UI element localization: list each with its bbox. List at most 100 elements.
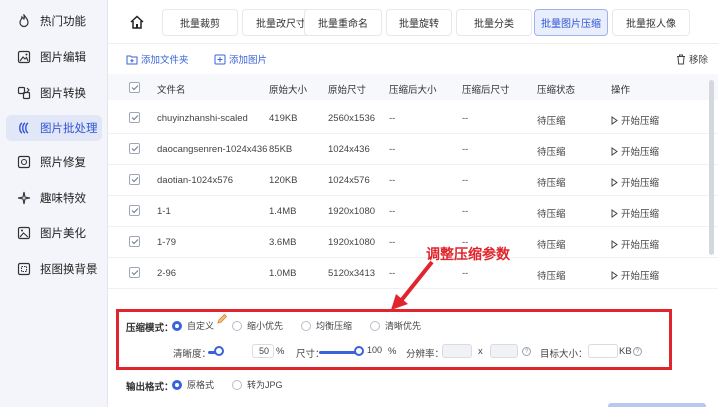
resolution-height-input[interactable] xyxy=(490,344,518,358)
row-checkbox[interactable] xyxy=(129,174,140,185)
start-compress-button[interactable]: 开始压缩 xyxy=(611,268,659,282)
size-value-input[interactable]: 100 xyxy=(364,344,386,358)
photo-repair-icon xyxy=(16,154,32,170)
size-slider-handle[interactable] xyxy=(354,346,364,356)
start-compress-button[interactable]: 开始压缩 xyxy=(611,144,659,158)
resolution-help-icon[interactable]: ? xyxy=(522,347,531,356)
start-compress-button[interactable]: 开始压缩 xyxy=(611,113,659,127)
mode-shrink-label: 缩小优先 xyxy=(247,321,284,331)
sidebar-item-label: 图片美化 xyxy=(40,228,86,240)
mode-balanced-radio[interactable]: 均衡压缩 xyxy=(301,319,352,332)
home-icon[interactable] xyxy=(128,13,146,31)
sidebar-item-effects[interactable]: 趣味特效 xyxy=(6,185,102,211)
mode-balanced-label: 均衡压缩 xyxy=(316,321,353,331)
start-compress-label: 开始压缩 xyxy=(621,178,660,189)
start-all-button[interactable] xyxy=(608,403,706,407)
table-row: 1-79 3.6MB 1920x1080 -- -- 待压缩 开始压缩 xyxy=(108,227,718,258)
cell-status: 待压缩 xyxy=(537,209,566,220)
cell-filename: 2-96 xyxy=(157,268,177,279)
start-compress-button[interactable]: 开始压缩 xyxy=(611,175,659,189)
sidebar: 热门功能 图片编辑 图片转换 图片批处理 照片修复 趣味特效 图片美化 抠图换背… xyxy=(0,0,108,407)
cell-orig-size: 120KB xyxy=(269,175,298,186)
sidebar-item-label: 图片转换 xyxy=(40,88,86,100)
add-folder-label: 添加文件夹 xyxy=(141,55,189,66)
sidebar-item-beautify[interactable]: 图片美化 xyxy=(6,220,102,246)
start-compress-button[interactable]: 开始压缩 xyxy=(611,206,659,220)
cell-status: 待压缩 xyxy=(537,271,566,282)
output-jpg-label: 转为JPG xyxy=(247,380,283,390)
cell-filename: daotian-1024x576 xyxy=(157,175,234,186)
add-folder-button[interactable]: 添加文件夹 xyxy=(126,52,189,66)
annotation-arrow-icon xyxy=(391,260,434,310)
output-original-radio[interactable]: 原格式 xyxy=(172,378,214,391)
cell-comp-dims: -- xyxy=(462,268,469,279)
cell-orig-size: 1.4MB xyxy=(269,206,297,217)
add-image-button[interactable]: 添加图片 xyxy=(214,52,267,66)
table-scrollbar[interactable] xyxy=(709,80,714,255)
image-edit-icon xyxy=(16,49,32,65)
cell-orig-size: 3.6MB xyxy=(269,237,297,248)
size-unit: % xyxy=(388,346,397,357)
cell-orig-dims: 1024x436 xyxy=(328,144,370,155)
tab-batch-portrait[interactable]: 批量抠人像 xyxy=(612,9,690,36)
start-compress-label: 开始压缩 xyxy=(621,147,660,158)
cell-filename: 1-1 xyxy=(157,206,171,217)
target-size-help-icon[interactable]: ? xyxy=(633,347,642,356)
play-icon xyxy=(611,115,618,125)
clarity-label: 清晰度： xyxy=(173,349,212,360)
cutout-icon xyxy=(16,261,32,277)
sidebar-item-convert[interactable]: 图片转换 xyxy=(6,80,102,106)
cell-status: 待压缩 xyxy=(537,240,566,251)
remove-button[interactable]: 移除 xyxy=(676,52,708,66)
cell-orig-dims: 1920x1080 xyxy=(328,206,376,217)
col-comp-size: 压缩后大小 xyxy=(389,85,437,96)
select-all-checkbox[interactable] xyxy=(129,82,140,93)
tab-batch-classify[interactable]: 批量分类 xyxy=(456,9,532,36)
row-checkbox[interactable] xyxy=(129,267,140,278)
mode-clarity-radio[interactable]: 清晰优先 xyxy=(370,319,421,332)
tab-batch-crop[interactable]: 批量裁剪 xyxy=(162,9,238,36)
table-row: 1-1 1.4MB 1920x1080 -- -- 待压缩 开始压缩 xyxy=(108,196,718,227)
sidebar-item-photo-repair[interactable]: 照片修复 xyxy=(6,149,102,175)
table-header: 文件名 原始大小 原始尺寸 压缩后大小 压缩后尺寸 压缩状态 操作 xyxy=(108,74,718,100)
cell-orig-size: 1.0MB xyxy=(269,268,297,279)
cell-comp-size: -- xyxy=(389,144,396,155)
size-slider[interactable] xyxy=(319,351,359,354)
sidebar-item-cutout[interactable]: 抠图换背景 xyxy=(6,256,102,282)
output-jpg-radio[interactable]: 转为JPG xyxy=(232,378,283,391)
tab-batch-compress[interactable]: 批量图片压缩 xyxy=(534,9,608,36)
cell-comp-dims: -- xyxy=(462,144,469,155)
table-row: daotian-1024x576 120KB 1024x576 -- -- 待压缩 开始压缩 xyxy=(108,165,718,196)
batch-icon xyxy=(16,120,32,136)
cell-status: 待压缩 xyxy=(537,178,566,189)
target-size-input[interactable] xyxy=(588,344,618,358)
sidebar-item-hot[interactable]: 热门功能 xyxy=(6,8,102,34)
clarity-slider-handle[interactable] xyxy=(214,346,224,356)
cell-comp-size: -- xyxy=(389,113,396,124)
start-compress-button[interactable]: 开始压缩 xyxy=(611,237,659,251)
sidebar-item-label: 图片批处理 xyxy=(40,123,98,135)
main-panel: 批量裁剪 批量改尺寸 批量重命名 批量旋转 批量分类 批量图片压缩 批量抠人像 … xyxy=(108,0,718,407)
sidebar-item-label: 图片编辑 xyxy=(40,52,86,64)
row-checkbox[interactable] xyxy=(129,143,140,154)
row-checkbox[interactable] xyxy=(129,236,140,247)
convert-icon xyxy=(16,85,32,101)
resolution-label: 分辨率： xyxy=(406,349,445,360)
resolution-width-input[interactable] xyxy=(442,344,472,358)
col-status: 压缩状态 xyxy=(537,85,576,96)
row-checkbox[interactable] xyxy=(129,112,140,123)
col-action: 操作 xyxy=(611,85,631,96)
mode-shrink-radio[interactable]: 缩小优先 xyxy=(232,319,283,332)
action-bar: 添加文件夹 添加图片 移除 xyxy=(108,46,718,70)
row-checkbox[interactable] xyxy=(129,205,140,216)
mode-custom-radio[interactable]: 自定义 xyxy=(172,319,214,332)
clarity-value-input[interactable]: 50 xyxy=(252,344,274,358)
sidebar-item-batch[interactable]: 图片批处理 xyxy=(6,115,102,141)
sidebar-item-image-edit[interactable]: 图片编辑 xyxy=(6,44,102,70)
cell-orig-dims: 1024x576 xyxy=(328,175,370,186)
tab-batch-rename[interactable]: 批量重命名 xyxy=(304,9,382,36)
play-icon xyxy=(611,239,618,249)
sidebar-item-label: 抠图换背景 xyxy=(40,264,98,276)
play-icon xyxy=(611,208,618,218)
tab-batch-rotate[interactable]: 批量旋转 xyxy=(386,9,452,36)
